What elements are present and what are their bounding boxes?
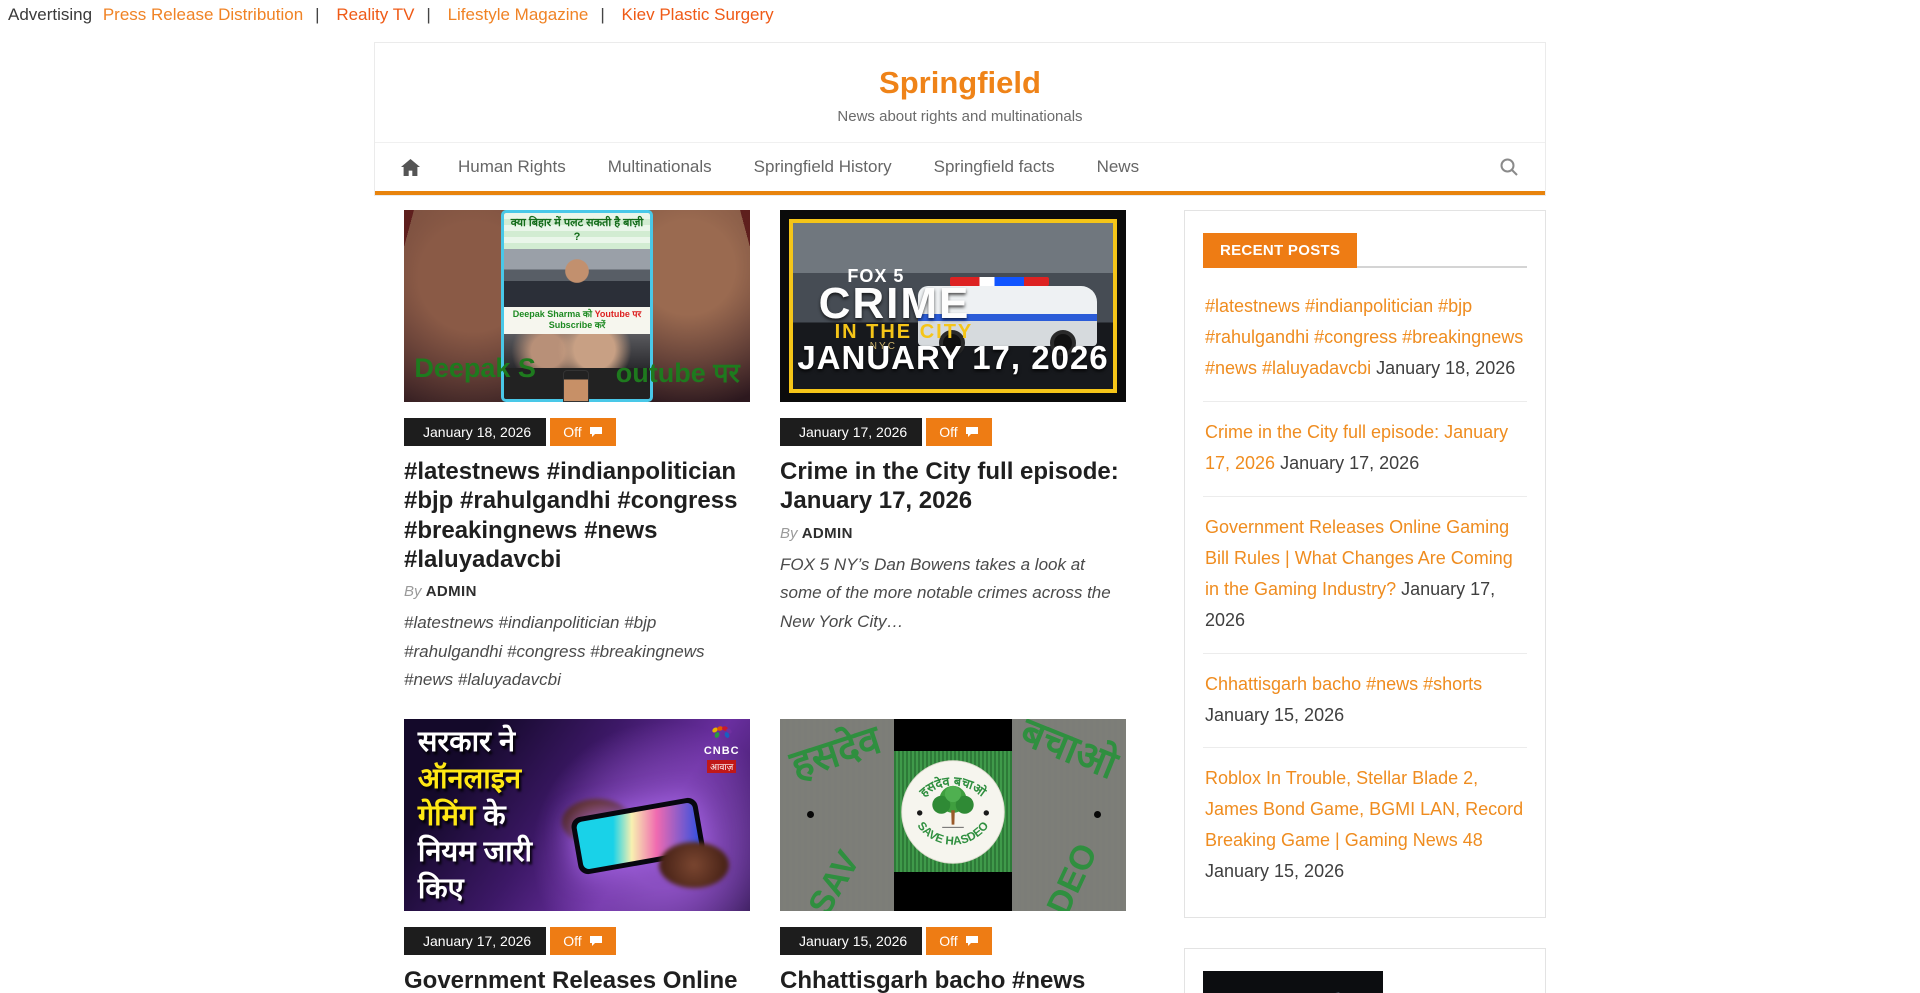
topbar-link-press-release[interactable]: Press Release Distribution xyxy=(103,5,303,24)
post-byline: By ADMIN xyxy=(780,525,1126,542)
post-date-badge: January 18, 2026 xyxy=(404,418,546,446)
author-link[interactable]: ADMIN xyxy=(426,583,477,600)
main-content: क्या बिहार में पलट सकती है बाज़ी ? Deepa… xyxy=(374,210,1546,993)
comment-bubble-icon xyxy=(589,935,603,947)
post-card-crime-in-the-city: FOX 5 CRIME IN THE CITY NYC JANUARY 17, … xyxy=(780,210,1126,695)
recent-posts-title: RECENT POSTS xyxy=(1203,233,1357,268)
post-byline: By ADMIN xyxy=(404,583,750,600)
topbar-link-reality-tv[interactable]: Reality TV xyxy=(336,5,414,24)
vuga-widget: VUGA E N T E R P R I S E S xyxy=(1184,948,1546,993)
recent-post-date: January 18, 2026 xyxy=(1376,358,1515,378)
post-excerpt: FOX 5 NY’s Dan Bowens takes a look at so… xyxy=(780,551,1126,637)
author-link[interactable]: ADMIN xyxy=(802,525,853,542)
recent-post-item: Roblox In Trouble, Stellar Blade 2, Jame… xyxy=(1203,748,1527,891)
recent-post-link[interactable]: Chhattisgarh bacho #news #shorts xyxy=(1205,674,1482,694)
comments-off-badge: Off xyxy=(550,418,615,446)
topbar-link-kiev-plastic-surgery[interactable]: Kiev Plastic Surgery xyxy=(622,5,774,24)
recent-post-item: #latestnews #indianpolitician #bjp #rahu… xyxy=(1203,276,1527,402)
recent-post-date: January 15, 2026 xyxy=(1205,861,1344,881)
separator: | xyxy=(315,5,319,24)
recent-post-date: January 15, 2026 xyxy=(1205,705,1344,725)
comments-off-badge: Off xyxy=(550,927,615,955)
dot-graphic xyxy=(1094,811,1101,818)
recent-post-date: January 17, 2026 xyxy=(1280,453,1419,473)
post-meta: January 15, 2026 Off xyxy=(780,927,1126,955)
shorts-side-panel: बचाओ DEO xyxy=(1012,719,1126,911)
nav-item-springfield-history[interactable]: Springfield History xyxy=(754,157,892,177)
thumb-date-text: JANUARY 17, 2026 xyxy=(793,339,1113,377)
thumb-hindi-headline: सरकार ने ऑनलाइन गेमिंग के नियम जारी किए xyxy=(418,724,532,907)
speaker-portrait xyxy=(504,249,650,307)
site-title[interactable]: Springfield xyxy=(375,65,1545,101)
post-date-badge: January 17, 2026 xyxy=(780,418,922,446)
posts-grid: क्या बिहार में पलट सकती है बाज़ी ? Deepa… xyxy=(374,210,1126,993)
widget-header: RECENT POSTS xyxy=(1203,233,1527,268)
post-meta: January 17, 2026 Off xyxy=(780,418,1126,446)
recent-post-item: Crime in the City full episode: January … xyxy=(1203,402,1527,497)
subscribe-text: Deepak Sharma को Youtube पर Subscribe कर… xyxy=(504,307,650,334)
home-icon[interactable] xyxy=(401,159,420,176)
advertising-label: Advertising xyxy=(8,5,92,24)
yellow-frame: FOX 5 CRIME IN THE CITY NYC JANUARY 17, … xyxy=(789,219,1117,393)
post-thumbnail-deepak-sharma-video[interactable]: क्या बिहार में पलट सकती है बाज़ी ? Deepa… xyxy=(404,210,750,402)
post-thumbnail-save-hasdeo[interactable]: हसदेव SAV हसदेव बचाओ xyxy=(780,719,1126,911)
thumb-question-text: क्या बिहार में पलट सकती है बाज़ी ? xyxy=(504,213,650,249)
comment-bubble-icon xyxy=(589,426,603,438)
comments-off-badge: Off xyxy=(926,927,991,955)
nav-item-springfield-facts[interactable]: Springfield facts xyxy=(934,157,1055,177)
post-date-badge: January 17, 2026 xyxy=(404,927,546,955)
site-tagline: News about rights and multinationals xyxy=(375,108,1545,125)
recent-post-item: Chhattisgarh bacho #news #shorts January… xyxy=(1203,654,1527,749)
post-title[interactable]: #latestnews #indianpolitician #bjp #rahu… xyxy=(404,457,750,574)
post-meta: January 18, 2026 Off xyxy=(404,418,750,446)
comment-bubble-icon xyxy=(965,935,979,947)
post-thumbnail-fox5-crime[interactable]: FOX 5 CRIME IN THE CITY NYC JANUARY 17, … xyxy=(780,210,1126,402)
post-card-online-gaming-rules: सरकार ने ऑनलाइन गेमिंग के नियम जारी किए xyxy=(404,719,750,993)
sidebar: RECENT POSTS #latestnews #indianpolitici… xyxy=(1184,210,1546,993)
post-card-chhattisgarh-bacho: हसदेव SAV हसदेव बचाओ xyxy=(780,719,1126,993)
advertising-bar: Advertising Press Release Distribution| … xyxy=(0,0,1920,32)
nav-item-human-rights[interactable]: Human Rights xyxy=(458,157,566,177)
dot-graphic xyxy=(807,811,814,818)
shorts-side-panel: हसदेव SAV xyxy=(780,719,894,911)
recent-post-item: Government Releases Online Gaming Bill R… xyxy=(1203,497,1527,654)
shorts-center-panel: हसदेव बचाओ SAVE HASDEO xyxy=(894,719,1012,911)
comments-off-badge: Off xyxy=(926,418,991,446)
post-date-badge: January 15, 2026 xyxy=(780,927,922,955)
recent-posts-widget: RECENT POSTS #latestnews #indianpolitici… xyxy=(1184,210,1546,918)
site-header-card: Springfield News about rights and multin… xyxy=(374,42,1546,196)
badge-background: हसदेव बचाओ SAVE HASDEO xyxy=(894,751,1012,872)
post-title[interactable]: Chhattisgarh bacho #news #shorts xyxy=(780,966,1126,993)
post-title[interactable]: Government Releases Online Gaming Bill R… xyxy=(404,966,750,993)
separator: | xyxy=(600,5,604,24)
cnbc-awaaz-logo: CNBC आवाज़ xyxy=(704,726,740,775)
post-thumbnail-cnbc-gaming[interactable]: सरकार ने ऑनलाइन गेमिंग के नियम जारी किए xyxy=(404,719,750,911)
cnbc-peacock-icon xyxy=(711,726,733,740)
presenter-face-inset xyxy=(563,370,589,402)
recent-post-link[interactable]: Roblox In Trouble, Stellar Blade 2, Jame… xyxy=(1205,768,1523,850)
search-icon[interactable] xyxy=(1499,157,1519,177)
hand-graphic xyxy=(659,842,729,888)
post-meta: January 17, 2026 Off xyxy=(404,927,750,955)
comment-bubble-icon xyxy=(965,426,979,438)
site-header: Springfield News about rights and multin… xyxy=(375,43,1545,143)
nav-item-multinationals[interactable]: Multinationals xyxy=(608,157,712,177)
separator: | xyxy=(426,5,430,24)
main-navigation: Human Rights Multinationals Springfield … xyxy=(375,143,1545,195)
nav-item-news[interactable]: News xyxy=(1097,157,1140,177)
post-excerpt: #latestnews #indianpolitician #bjp #rahu… xyxy=(404,609,750,695)
save-hasdeo-badge: हसदेव बचाओ SAVE HASDEO xyxy=(899,758,1007,866)
topbar-link-lifestyle-magazine[interactable]: Lifestyle Magazine xyxy=(448,5,589,24)
post-card-latestnews: क्या बिहार में पलट सकती है बाज़ी ? Deepa… xyxy=(404,210,750,695)
vuga-enterprises-logo[interactable]: VUGA E N T E R P R I S E S xyxy=(1203,971,1383,993)
post-title[interactable]: Crime in the City full episode: January … xyxy=(780,457,1126,516)
